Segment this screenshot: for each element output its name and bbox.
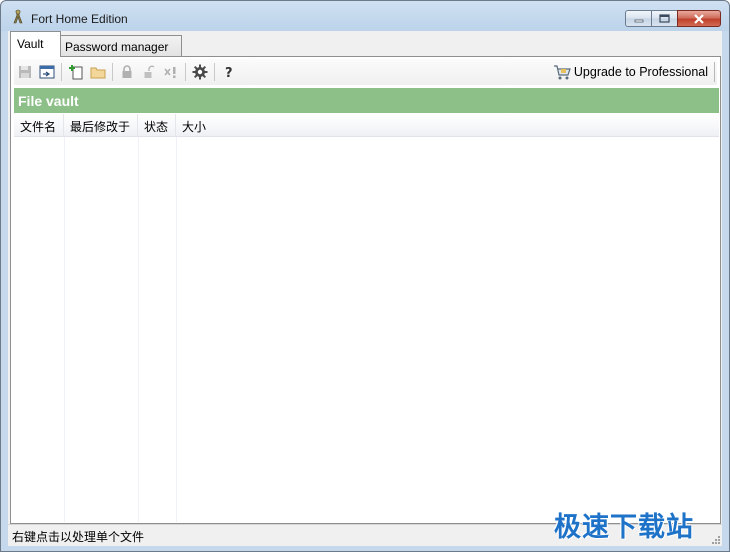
window-title: Fort Home Edition bbox=[31, 12, 128, 26]
vault-panel: ? Upgrade to Professional File vault 文件名… bbox=[10, 56, 721, 524]
section-title: File vault bbox=[14, 88, 719, 113]
maximize-icon bbox=[659, 14, 670, 23]
app-window: Fort Home Edition Vault Password manager bbox=[0, 0, 730, 552]
status-text: 右键点击以处理单个文件 bbox=[12, 530, 145, 544]
toolbar-separator bbox=[61, 63, 62, 81]
lock-button[interactable] bbox=[116, 61, 138, 83]
add-file-button[interactable] bbox=[65, 61, 87, 83]
tab-vault[interactable]: Vault bbox=[10, 31, 61, 57]
tab-password-manager[interactable]: Password manager bbox=[60, 35, 182, 56]
add-file-icon bbox=[69, 65, 83, 80]
column-header-filename[interactable]: 文件名 bbox=[14, 114, 64, 136]
delete-icon bbox=[164, 67, 176, 78]
maximize-button[interactable] bbox=[651, 10, 678, 27]
settings-button[interactable] bbox=[189, 61, 211, 83]
toolbar: ? Upgrade to Professional bbox=[14, 59, 717, 85]
toolbar-separator bbox=[214, 63, 215, 81]
resize-grip-icon[interactable] bbox=[709, 533, 721, 545]
file-list[interactable] bbox=[14, 138, 719, 522]
toolbar-separator bbox=[185, 63, 186, 81]
save-icon bbox=[19, 66, 31, 78]
minimize-icon bbox=[634, 19, 643, 22]
client-area: Vault Password manager ? Upgrade to Prof… bbox=[8, 31, 722, 546]
upgrade-button[interactable]: Upgrade to Professional bbox=[553, 62, 715, 82]
table-header: 文件名 最后修改于 状态 大小 bbox=[14, 114, 719, 137]
column-header-status[interactable]: 状态 bbox=[138, 114, 176, 136]
open-vault-icon bbox=[39, 65, 55, 79]
column-header-size[interactable]: 大小 bbox=[176, 114, 719, 136]
watermark-logo: 极速下载站 bbox=[554, 512, 694, 543]
add-folder-button[interactable] bbox=[87, 61, 109, 83]
save-button[interactable] bbox=[14, 61, 36, 83]
svg-text:?: ? bbox=[225, 66, 233, 79]
toolbar-separator bbox=[112, 63, 113, 81]
column-header-modified[interactable]: 最后修改于 bbox=[64, 114, 138, 136]
help-button[interactable]: ? bbox=[218, 61, 240, 83]
upgrade-label: Upgrade to Professional bbox=[573, 65, 708, 79]
tab-strip: Vault Password manager bbox=[10, 31, 722, 57]
help-icon: ? bbox=[225, 66, 233, 79]
open-vault-button[interactable] bbox=[36, 61, 58, 83]
delete-button[interactable] bbox=[160, 61, 182, 83]
unlock-button[interactable] bbox=[138, 61, 160, 83]
shopping-cart-icon bbox=[553, 65, 571, 80]
minimize-button[interactable] bbox=[625, 10, 652, 27]
close-icon bbox=[694, 13, 704, 24]
lock-icon bbox=[122, 65, 132, 78]
settings-icon bbox=[192, 64, 208, 80]
app-logo-icon bbox=[13, 9, 23, 24]
title-bar[interactable]: Fort Home Edition bbox=[1, 1, 729, 31]
unlock-icon bbox=[144, 65, 155, 78]
close-button[interactable] bbox=[677, 10, 721, 27]
window-controls bbox=[625, 10, 721, 27]
add-folder-icon bbox=[90, 67, 106, 79]
